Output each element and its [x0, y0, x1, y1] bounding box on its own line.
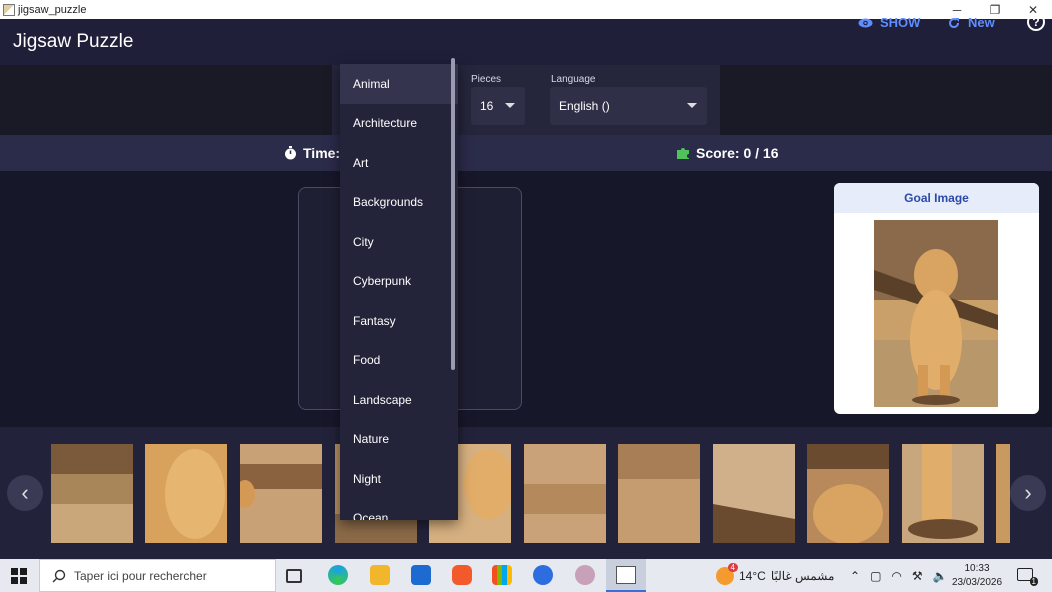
status-bar: Time: Score: 0 / 16 [0, 135, 1052, 171]
chevron-down-icon [505, 103, 515, 108]
category-option-city[interactable]: City [340, 222, 458, 262]
clock[interactable]: 10:33 23/03/2026 [950, 562, 1004, 590]
search-placeholder: Taper ici pour rechercher [74, 568, 207, 583]
category-option-art[interactable]: Art [340, 143, 458, 183]
clock-date: 23/03/2026 [951, 577, 1003, 588]
stopwatch-icon [285, 146, 296, 160]
chevron-down-icon [687, 103, 697, 108]
puzzle-piece-icon [677, 148, 689, 159]
goal-image-lioness [874, 220, 998, 407]
app-a-icon[interactable] [533, 565, 553, 585]
microsoft-store-icon[interactable] [492, 565, 512, 585]
category-dropdown-menu: Animal Architecture Art Backgrounds City Cybe… [340, 64, 458, 520]
language-select[interactable]: English () [550, 87, 707, 125]
weather-temp: 14°C [739, 568, 766, 583]
eye-icon [858, 18, 873, 27]
puzzle-piece[interactable] [145, 444, 227, 543]
language-label: Language [551, 74, 596, 85]
system-tray: ⌃ ▢ ◠ ⚒ 🔈 [850, 559, 948, 592]
outlook-icon[interactable] [411, 565, 431, 585]
clock-time: 10:33 [964, 563, 990, 574]
score: Score: 0 / 16 [676, 145, 779, 161]
new-button[interactable]: New [948, 15, 995, 30]
pieces-value: 16 [480, 99, 494, 113]
language-value: English () [559, 99, 610, 113]
app-colorful-icon[interactable] [575, 565, 595, 585]
category-option-food[interactable]: Food [340, 341, 458, 381]
app-title: Jigsaw Puzzle [13, 31, 134, 52]
window-title: jigsaw_puzzle [18, 3, 87, 16]
puzzle-piece[interactable] [807, 444, 889, 543]
refresh-icon [949, 17, 960, 28]
help-icon[interactable]: ? [1027, 13, 1045, 31]
category-option-cyberpunk[interactable]: Cyberpunk [340, 262, 458, 302]
notification-count: 1 [1029, 577, 1038, 586]
volume-icon[interactable]: 🔈 [933, 569, 948, 583]
taskbar-jigsaw-app[interactable] [606, 559, 646, 592]
goal-image-title: Goal Image [834, 183, 1039, 213]
edge-browser-icon[interactable] [328, 565, 348, 585]
time-label: Time: [303, 145, 341, 161]
windows-start-icon[interactable] [11, 568, 27, 584]
app-icon [3, 3, 15, 16]
puzzle-piece[interactable] [713, 444, 795, 543]
puzzle-piece[interactable] [996, 444, 1010, 543]
category-option-animal[interactable]: Animal [340, 64, 458, 104]
network-icon[interactable]: ◠ [891, 569, 901, 583]
show-label: SHOW [880, 15, 921, 30]
notification-icon[interactable]: 1 [1017, 568, 1038, 586]
taskbar: Taper ici pour rechercher 4 14°C مشمس غا… [0, 559, 1052, 592]
weather-widget[interactable]: 4 14°C مشمس غالبًا [716, 559, 834, 592]
category-option-night[interactable]: Night [340, 459, 458, 499]
brave-browser-icon[interactable] [452, 565, 472, 585]
chevron-up-icon[interactable]: ⌃ [850, 569, 860, 583]
file-explorer-icon[interactable] [370, 565, 390, 585]
category-option-landscape[interactable]: Landscape [340, 380, 458, 420]
pieces-label: Pieces [471, 74, 502, 85]
device-icon[interactable]: ▢ [870, 569, 881, 583]
chevron-left-icon[interactable]: ‹ [7, 475, 43, 511]
taskbar-search[interactable]: Taper ici pour rechercher [39, 559, 276, 592]
timer: Time: [284, 145, 340, 161]
task-view-icon[interactable] [286, 569, 302, 583]
pieces-select[interactable]: 16 [471, 87, 525, 125]
weather-text: مشمس غالبًا [770, 568, 835, 583]
category-option-architecture[interactable]: Architecture [340, 104, 458, 144]
dropdown-scrollbar[interactable] [451, 58, 455, 370]
puzzle-piece[interactable] [51, 444, 133, 543]
weather-badge: 4 [727, 562, 738, 572]
category-option-ocean[interactable]: Ocean [340, 499, 458, 520]
search-icon [52, 569, 66, 582]
category-option-nature[interactable]: Nature [340, 420, 458, 460]
goal-image-card: Goal Image [834, 183, 1039, 414]
score-label: Score: 0 / 16 [696, 145, 779, 161]
puzzle-piece[interactable] [240, 444, 322, 543]
show-button[interactable]: SHOW [858, 15, 920, 30]
puzzle-piece[interactable] [524, 444, 606, 543]
puzzle-piece[interactable] [618, 444, 700, 543]
category-option-fantasy[interactable]: Fantasy [340, 301, 458, 341]
chevron-right-icon[interactable]: › [1010, 475, 1046, 511]
weather-sun-icon: 4 [716, 562, 738, 585]
new-label: New [968, 15, 995, 30]
jigsaw-app-icon [616, 566, 636, 584]
puzzle-piece[interactable] [902, 444, 984, 543]
language-ime-icon[interactable]: ⚒ [912, 569, 923, 583]
category-option-backgrounds[interactable]: Backgrounds [340, 183, 458, 223]
